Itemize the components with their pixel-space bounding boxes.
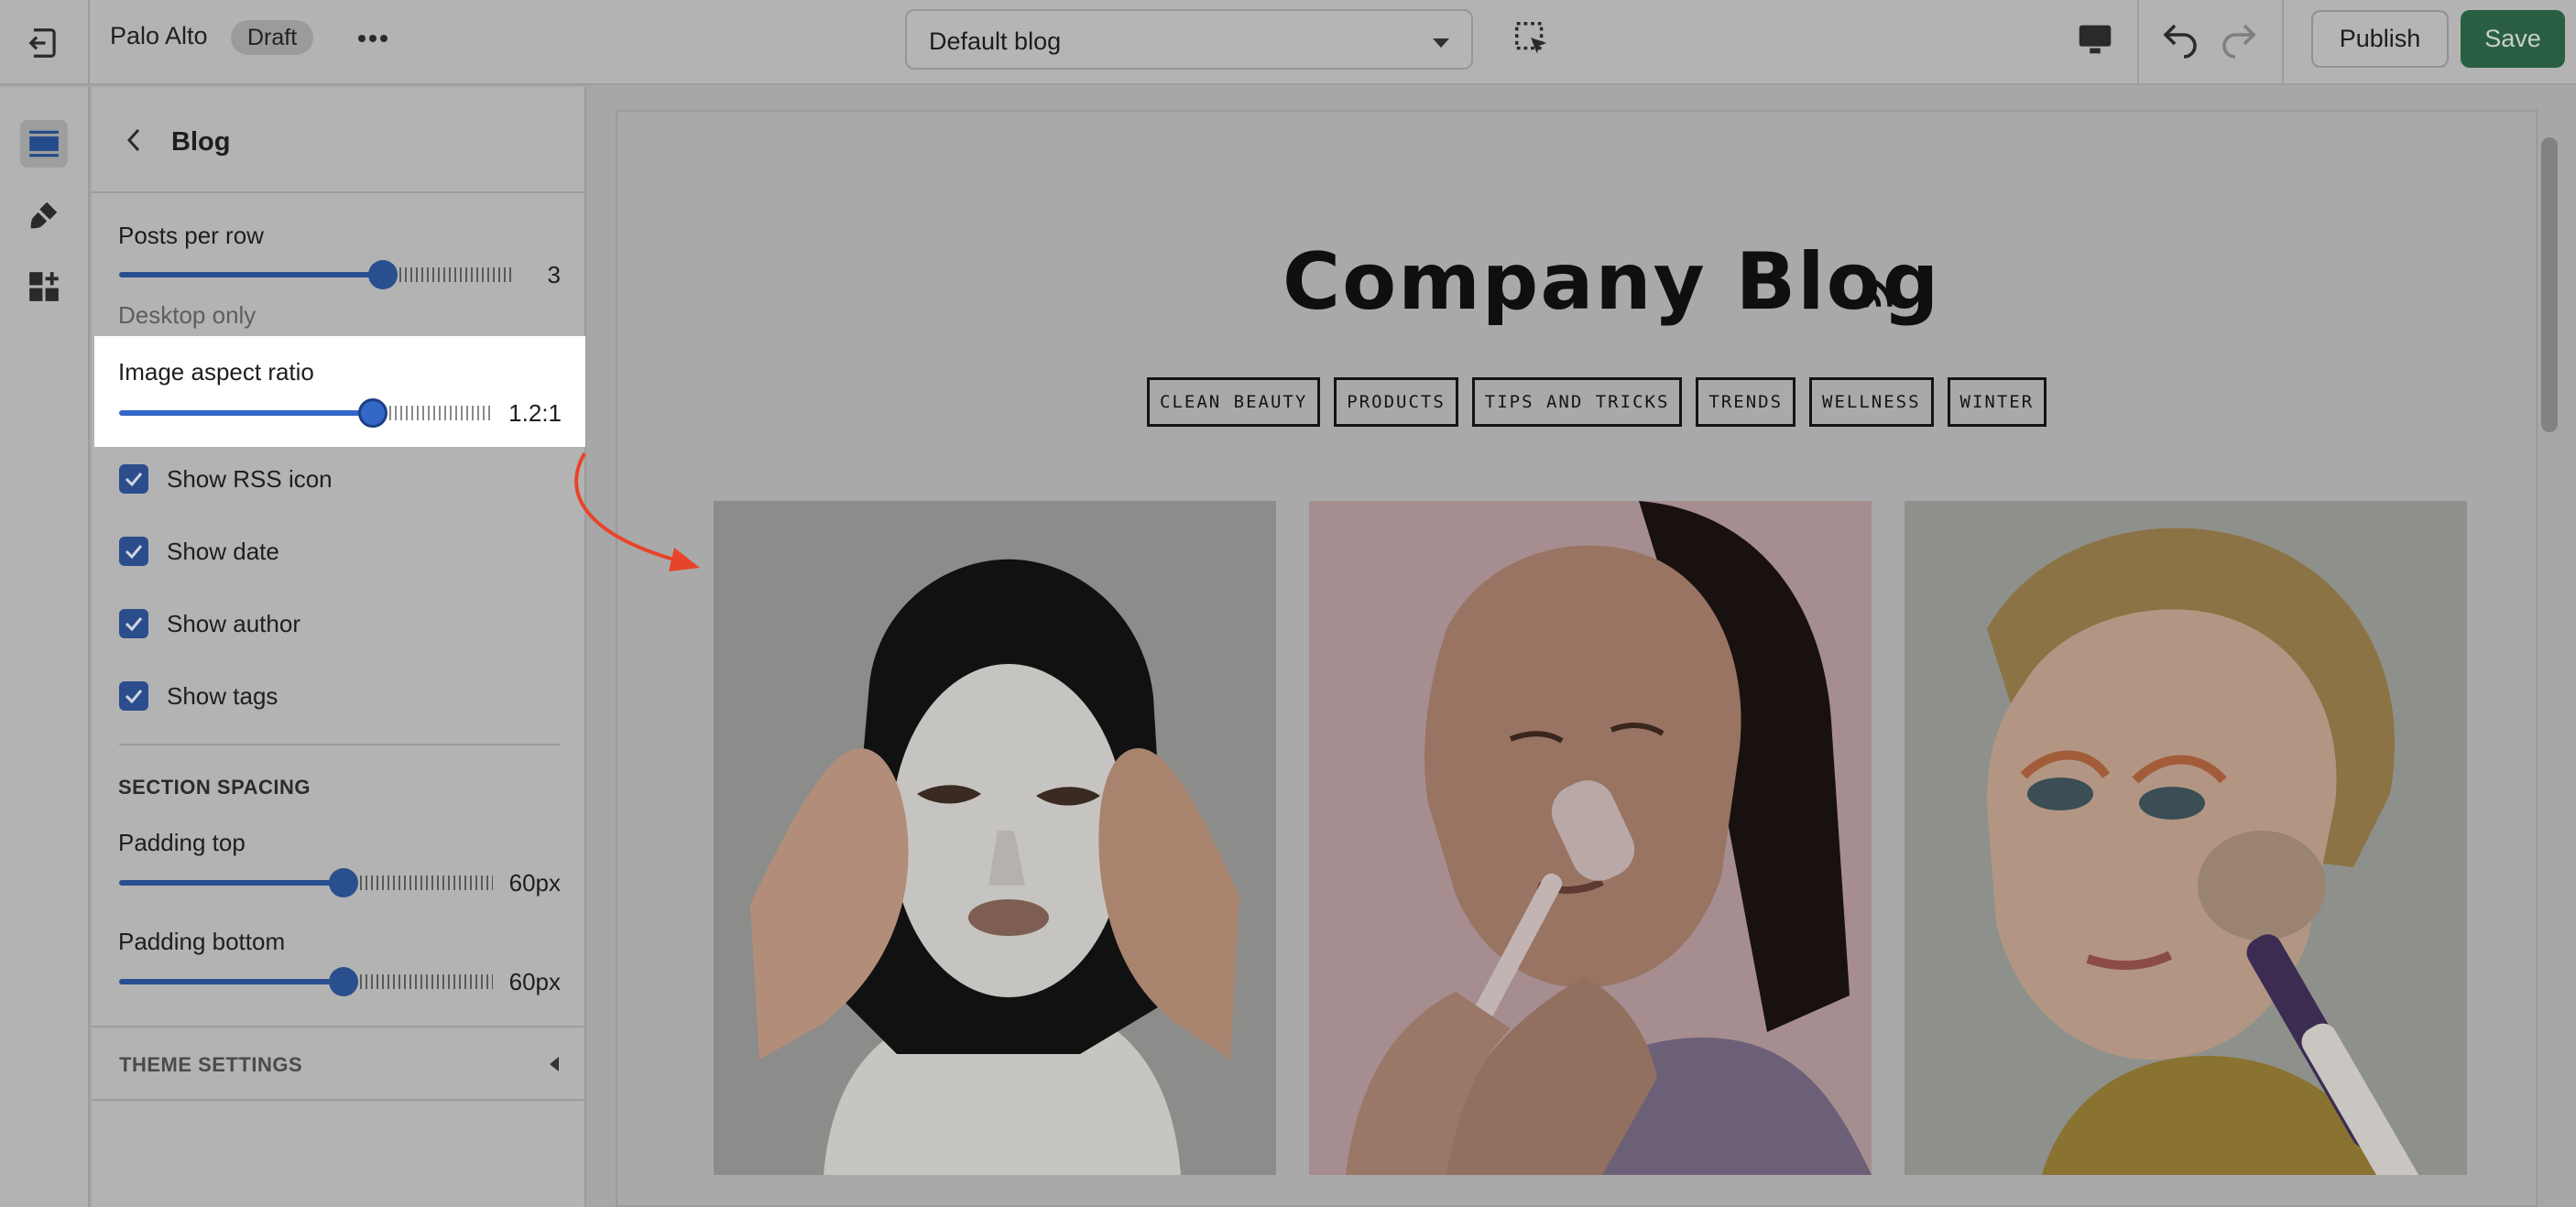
image-aspect-ratio-value: 1.2:1 [508, 399, 562, 427]
paint-brush-icon [30, 201, 58, 229]
face-mask-photo [714, 501, 1276, 1175]
checkbox-label: Show author [167, 609, 300, 637]
blog-post-card-image[interactable] [1309, 501, 1872, 1175]
blog-post-card-image[interactable] [714, 501, 1276, 1175]
apps-button[interactable] [20, 263, 68, 310]
tag-link[interactable]: TIPS AND TRICKS [1471, 377, 1683, 427]
select-cursor-icon [1515, 22, 1547, 54]
tag-link[interactable]: TRENDS [1696, 377, 1796, 427]
annotation-arrow-icon [574, 452, 700, 571]
desktop-icon [2079, 25, 2112, 54]
posts-per-row-label: Posts per row [118, 222, 264, 249]
padding-bottom-value: 60px [508, 968, 561, 995]
show-date-toggle[interactable]: Show date [119, 535, 279, 568]
publish-button[interactable]: Publish [2311, 10, 2449, 68]
redo-button[interactable] [2217, 16, 2261, 60]
sections-icon [29, 130, 59, 158]
image-aspect-ratio-setting: Image aspect ratio 1.2:1 [94, 336, 585, 447]
slider-fill [119, 272, 384, 277]
show-author-toggle[interactable]: Show author [119, 607, 300, 640]
checkmark-icon [125, 617, 143, 631]
store-name: Palo Alto [110, 22, 208, 49]
section-spacing-heading: SECTION SPACING [118, 776, 311, 799]
tag-link[interactable]: WELLNESS [1809, 377, 1934, 427]
slider-thumb[interactable] [358, 398, 388, 428]
slider-thumb[interactable] [328, 967, 358, 996]
checkmark-icon [125, 690, 143, 703]
slider-fill [119, 979, 344, 984]
posts-per-row-slider[interactable] [119, 260, 513, 289]
posts-per-row-value: 3 [547, 261, 561, 288]
exit-button[interactable] [0, 0, 90, 85]
slider-fill [119, 880, 344, 886]
annotation-arrow-line [574, 452, 695, 567]
divider [2137, 0, 2139, 85]
apps-icon [29, 272, 59, 301]
slider-thumb[interactable] [328, 868, 358, 897]
back-button[interactable] [117, 124, 150, 157]
more-actions-button[interactable] [352, 20, 394, 57]
top-bar: Palo Alto Draft Default blog Publish Sav… [0, 0, 2576, 85]
exit-icon [28, 27, 56, 58]
rss-icon[interactable] [1858, 273, 1896, 311]
makeup-brush-photo [1905, 501, 2467, 1175]
checkbox[interactable] [119, 537, 148, 566]
desktop-only-hint: Desktop only [118, 301, 257, 329]
panel-title: Blog [171, 127, 231, 157]
slider-fill [119, 410, 374, 416]
checkbox[interactable] [119, 464, 148, 494]
sections-button[interactable] [20, 120, 68, 168]
chevron-left-icon [126, 128, 140, 152]
checkmark-icon [125, 545, 143, 559]
theme-settings-label: THEME SETTINGS [119, 1053, 303, 1076]
inspector-button[interactable] [1512, 18, 1554, 60]
padding-top-label: Padding top [118, 829, 246, 856]
theme-settings-button[interactable] [20, 191, 68, 239]
checkbox-label: Show tags [167, 681, 278, 710]
blog-tag-list: CLEAN BEAUTY PRODUCTS TIPS AND TRICKS TR… [1147, 377, 2047, 427]
left-rail [0, 87, 90, 1207]
template-select[interactable]: Default blog [905, 9, 1473, 70]
slider-thumb[interactable] [368, 260, 398, 289]
slider-track [343, 875, 493, 890]
caret-left-icon [550, 1057, 559, 1071]
status-badge: Draft [231, 20, 314, 55]
slider-track [343, 974, 493, 989]
show-rss-icon-toggle[interactable]: Show RSS icon [119, 462, 333, 495]
annotation-arrow-head [669, 548, 700, 571]
checkbox[interactable] [119, 681, 148, 711]
panel-header: Blog [92, 87, 586, 193]
template-select-value: Default blog [929, 27, 1062, 55]
slider-track [373, 406, 493, 420]
redo-icon [2222, 24, 2256, 59]
checkbox-label: Show date [167, 537, 279, 565]
tag-link[interactable]: CLEAN BEAUTY [1147, 377, 1321, 427]
undo-button[interactable] [2158, 16, 2202, 60]
preview-scrollbar[interactable] [2541, 137, 2558, 432]
slider-track [383, 267, 513, 282]
divider [2282, 0, 2284, 85]
image-aspect-ratio-label: Image aspect ratio [118, 358, 314, 386]
checkbox[interactable] [119, 609, 148, 638]
padding-top-value: 60px [508, 869, 561, 897]
undo-icon [2163, 24, 2197, 59]
tag-link[interactable]: PRODUCTS [1334, 377, 1458, 427]
divider [119, 744, 561, 745]
checkbox-label: Show RSS icon [167, 464, 333, 493]
desktop-preview-button[interactable] [2074, 18, 2116, 60]
blog-post-card-image[interactable] [1905, 501, 2467, 1175]
checkmark-icon [125, 473, 143, 486]
padding-bottom-label: Padding bottom [118, 928, 286, 955]
jade-roller-photo [1309, 501, 1872, 1175]
padding-bottom-slider[interactable] [119, 967, 493, 996]
image-aspect-ratio-slider[interactable] [119, 398, 493, 428]
tag-link[interactable]: WINTER [1947, 377, 2047, 427]
theme-settings-toggle[interactable]: THEME SETTINGS [92, 1026, 586, 1101]
save-button[interactable]: Save [2461, 10, 2565, 68]
chevron-down-icon [1433, 38, 1449, 48]
more-horizontal-icon [358, 35, 387, 42]
show-tags-toggle[interactable]: Show tags [119, 680, 278, 712]
blog-title: Company Blog [1283, 236, 1941, 328]
padding-top-slider[interactable] [119, 868, 493, 897]
